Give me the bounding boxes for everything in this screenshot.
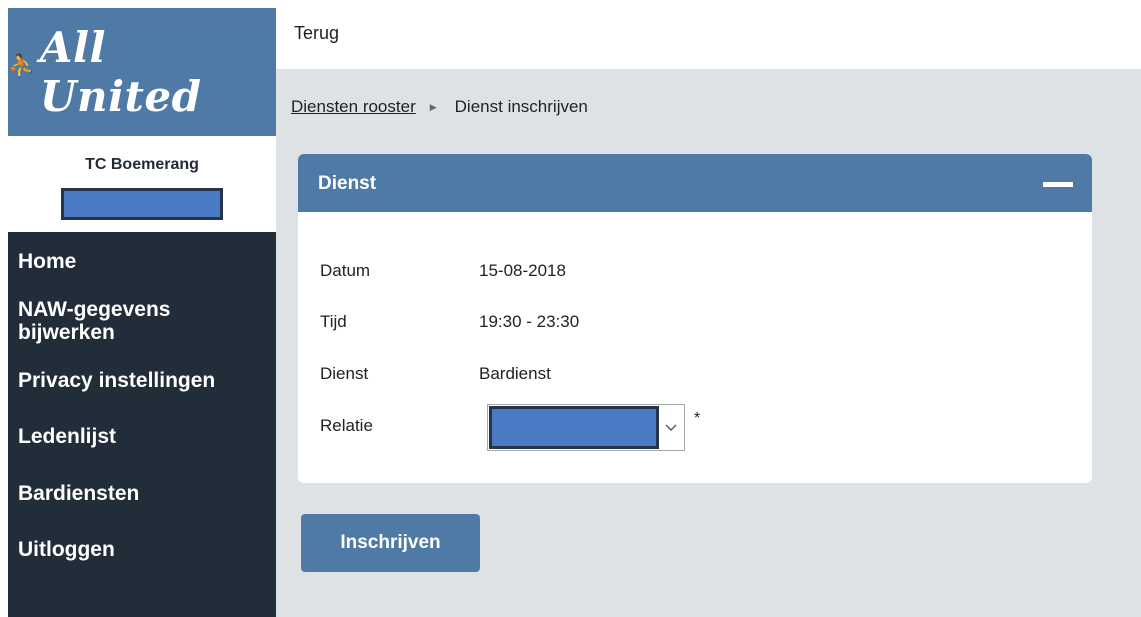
row-value: 19:30 - 23:30 (479, 312, 580, 331)
inschrijven-button[interactable]: Inschrijven (301, 514, 480, 572)
row-value: Bardienst (479, 364, 551, 383)
row-tijd: Tijd 19:30 - 23:30 (320, 312, 1020, 342)
breadcrumb-separator-icon: ▶ (429, 101, 437, 112)
main-nav: Home NAW-gegevens bijwerken Privacy inst… (8, 232, 276, 617)
logo-wordmark: All United (39, 23, 202, 121)
panel-header: Dienst (298, 154, 1092, 212)
user-name-redacted (61, 188, 223, 220)
row-label: Dienst (320, 364, 369, 383)
topbar: Terug (276, 0, 1141, 69)
relatie-select-value-redacted (489, 406, 659, 449)
row-relatie: Relatie * (320, 404, 1020, 454)
row-dienst: Dienst Bardienst (320, 364, 1020, 394)
back-link[interactable]: Terug (294, 23, 339, 44)
breadcrumb-parent[interactable]: Diensten rooster (291, 97, 416, 117)
sidebar: ⛹ All United TC Boemerang Home NAW-gegev… (8, 8, 276, 617)
row-label: Tijd (320, 312, 347, 331)
nav-item-privacy[interactable]: Privacy instellingen (8, 369, 276, 392)
nav-item-bardiensten[interactable]: Bardiensten (8, 482, 276, 505)
nav-item-ledenlijst[interactable]: Ledenlijst (8, 425, 276, 448)
club-name: TC Boemerang (85, 156, 199, 173)
chevron-down-icon[interactable] (658, 405, 684, 450)
dienst-panel: Dienst Datum 15-08-2018 Tijd 19:30 - 23:… (298, 154, 1092, 483)
nav-item-home[interactable]: Home (8, 250, 276, 273)
breadcrumb-current: Dienst inschrijven (454, 97, 588, 116)
nav-item-naw-gegevens[interactable]: NAW-gegevens bijwerken (8, 298, 248, 344)
logo[interactable]: ⛹ All United (8, 8, 276, 136)
row-value: 15-08-2018 (479, 261, 566, 280)
row-label: Datum (320, 261, 371, 280)
main-content: Diensten rooster ▶ Dienst inschrijven Di… (276, 69, 1141, 617)
row-label: Relatie (320, 416, 373, 435)
row-datum: Datum 15-08-2018 (320, 261, 1020, 291)
club-info: TC Boemerang (8, 136, 276, 232)
panel-title: Dienst (318, 173, 377, 194)
collapse-icon[interactable] (1043, 174, 1073, 194)
logo-text: ⛹ All United (8, 23, 276, 121)
relatie-select[interactable] (487, 404, 685, 451)
breadcrumb: Diensten rooster ▶ Dienst inschrijven (291, 97, 588, 117)
required-mark: * (694, 410, 701, 427)
logo-mark-icon: ⛹ (8, 53, 36, 79)
nav-item-uitloggen[interactable]: Uitloggen (8, 538, 276, 561)
